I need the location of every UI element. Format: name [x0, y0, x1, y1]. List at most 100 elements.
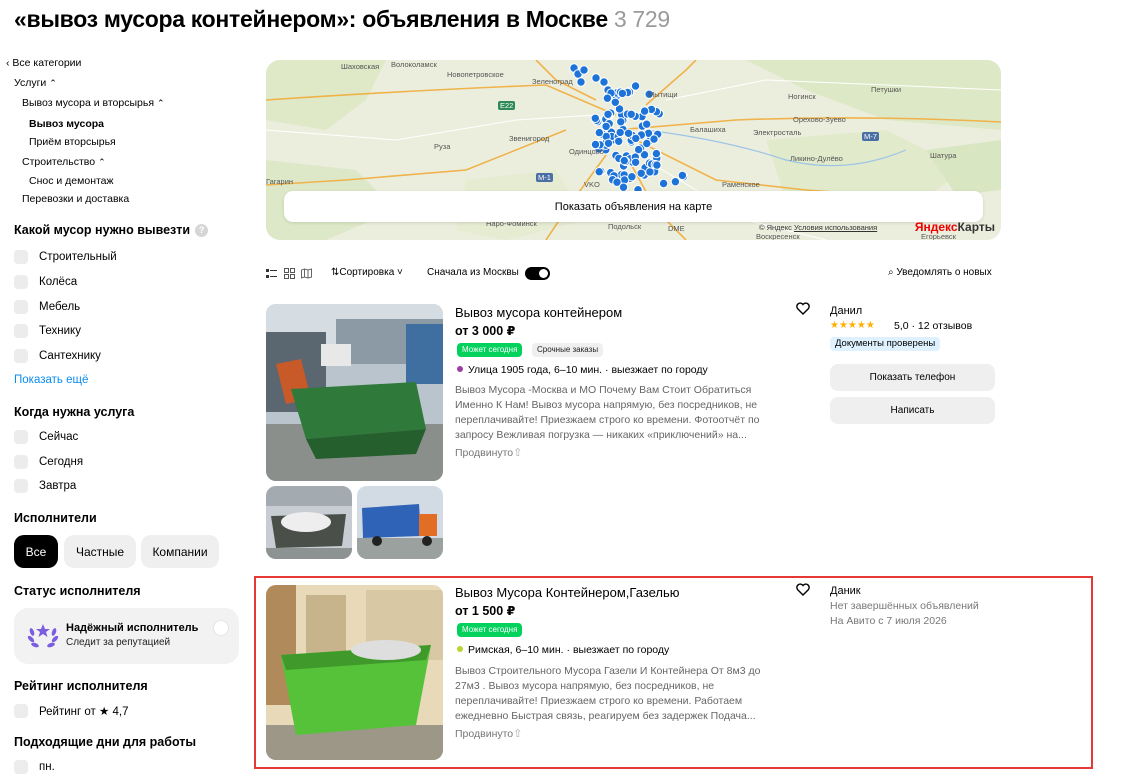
- reliable-performer-card[interactable]: Надёжный исполнитель Следит за репутацие…: [14, 608, 239, 664]
- category-construction[interactable]: Строительство ⌃: [22, 156, 106, 168]
- map-marker[interactable]: [616, 117, 626, 127]
- performers-companies-button[interactable]: Компании: [141, 535, 219, 568]
- map-marker[interactable]: [677, 170, 688, 181]
- map-marker[interactable]: [670, 177, 681, 187]
- checkbox[interactable]: [14, 349, 28, 363]
- map-marker[interactable]: [601, 121, 611, 132]
- list-view-icon[interactable]: [266, 268, 277, 279]
- map-marker[interactable]: [576, 77, 586, 87]
- map-marker[interactable]: [615, 127, 625, 138]
- map-marker[interactable]: [603, 138, 614, 149]
- map-marker[interactable]: [594, 127, 604, 138]
- checkbox[interactable]: [14, 300, 28, 314]
- all-categories-link[interactable]: ‹ Все категории: [6, 57, 81, 69]
- map-marker[interactable]: [639, 106, 650, 116]
- show-more-link[interactable]: Показать ещё: [14, 374, 88, 386]
- day-option-mon[interactable]: пн.: [14, 759, 55, 775]
- checkbox[interactable]: [14, 324, 28, 338]
- map-marker[interactable]: [591, 73, 601, 83]
- category-demolition[interactable]: Снос и демонтаж: [29, 175, 114, 187]
- when-option-tomorrow[interactable]: Завтра: [14, 478, 76, 494]
- chevron-up-icon: ⌃: [157, 98, 165, 108]
- heart-icon[interactable]: [796, 302, 810, 315]
- map-label: Мытищи: [648, 90, 678, 99]
- reliable-toggle[interactable]: [213, 620, 229, 636]
- map-marker[interactable]: [623, 128, 634, 139]
- checkbox[interactable]: [14, 275, 28, 289]
- map-marker[interactable]: [614, 136, 624, 147]
- map-marker[interactable]: [579, 65, 589, 75]
- category-recycling[interactable]: Приём вторсырья: [29, 136, 116, 148]
- selection-highlight: [254, 576, 1093, 769]
- map-marker[interactable]: [652, 160, 662, 170]
- grid-view-icon[interactable]: [284, 268, 295, 279]
- category-waste-removal[interactable]: Вывоз мусора и вторсырья ⌃: [22, 97, 165, 109]
- checkbox[interactable]: [14, 479, 28, 493]
- map-marker[interactable]: [630, 157, 641, 168]
- map-marker[interactable]: [658, 178, 669, 189]
- map-marker[interactable]: [626, 109, 636, 119]
- map-marker[interactable]: [631, 133, 641, 144]
- waste-option-plumbing[interactable]: Сантехнику: [14, 348, 101, 364]
- map-label: Орехово-Зуево: [793, 115, 846, 124]
- map-marker[interactable]: [610, 97, 620, 107]
- checkbox[interactable]: [14, 455, 28, 469]
- map-marker[interactable]: [599, 77, 609, 87]
- listing-thumb-photo[interactable]: [266, 486, 352, 559]
- map-marker[interactable]: [642, 119, 652, 129]
- checkbox-label: Колёса: [39, 276, 78, 288]
- notify-button[interactable]: ⌕ Уведомлять о новых: [888, 267, 992, 278]
- map-marker[interactable]: [617, 88, 628, 99]
- results-count: 3 729: [613, 6, 670, 32]
- listing-location: Улица 1905 года, 6–10 мин. · выезжает по…: [457, 364, 708, 376]
- map-marker[interactable]: [649, 134, 659, 144]
- show-phone-button[interactable]: Показать телефон: [830, 364, 995, 391]
- map-marker[interactable]: [636, 168, 646, 179]
- map-marker[interactable]: [645, 167, 655, 177]
- waste-option-wheels[interactable]: Колёса: [14, 274, 77, 290]
- page-title: «вывоз мусора контейнером»: объявления в…: [14, 6, 670, 33]
- show-on-map-button[interactable]: Показать объявления на карте: [284, 191, 983, 222]
- category-services[interactable]: Услуги ⌃: [14, 77, 57, 89]
- when-option-now[interactable]: Сейчас: [14, 429, 78, 445]
- listing-title[interactable]: Вывоз мусора контейнером: [455, 305, 622, 320]
- map-label: Волоколамск: [391, 60, 437, 69]
- category-transport[interactable]: Перевозки и доставка: [22, 193, 129, 205]
- checkbox-label: Завтра: [39, 480, 77, 492]
- map-label: Петушки: [871, 85, 902, 94]
- map-view-icon[interactable]: [301, 268, 312, 279]
- map-marker[interactable]: [602, 93, 613, 103]
- map-marker[interactable]: [630, 81, 641, 91]
- map[interactable]: Шаховская Волоколамск Новопетровское Зел…: [266, 60, 1001, 240]
- category-garbage-removal[interactable]: Вывоз мусора: [29, 118, 104, 130]
- checkbox[interactable]: [14, 760, 28, 774]
- listing-thumb-photo[interactable]: [357, 486, 443, 559]
- map-terms-link[interactable]: Условия использования: [794, 223, 877, 232]
- moscow-first-toggle[interactable]: [525, 267, 550, 280]
- map-marker[interactable]: [590, 113, 600, 123]
- map-marker[interactable]: [594, 167, 604, 177]
- help-icon[interactable]: ?: [195, 224, 209, 237]
- performers-private-button[interactable]: Частные: [64, 535, 136, 568]
- map-marker[interactable]: [603, 109, 613, 119]
- description-line: запросу Вежливая погрузка — никаких «при…: [455, 429, 747, 441]
- write-button[interactable]: Написать: [830, 397, 995, 424]
- checkbox[interactable]: [14, 430, 28, 444]
- sort-dropdown[interactable]: ⇅Сортировка ˅: [331, 267, 403, 278]
- map-marker[interactable]: [651, 148, 662, 159]
- map-label: Балашиха: [690, 125, 726, 134]
- rating-option[interactable]: Рейтинг от ★ 4,7: [14, 703, 129, 719]
- rating-value[interactable]: 5,0 · 12 отзывов: [894, 320, 972, 332]
- listing-main-photo[interactable]: [266, 304, 443, 481]
- seller-name[interactable]: Данил: [830, 305, 862, 317]
- waste-option-construction[interactable]: Строительный: [14, 249, 117, 265]
- checkbox[interactable]: [14, 704, 28, 718]
- map-marker[interactable]: [627, 172, 637, 182]
- waste-option-furniture[interactable]: Мебель: [14, 299, 80, 315]
- when-option-today[interactable]: Сегодня: [14, 454, 83, 470]
- performers-all-button[interactable]: Все: [14, 535, 58, 568]
- checkbox[interactable]: [14, 250, 28, 264]
- chevron-up-icon: ⌃: [49, 78, 57, 88]
- map-marker[interactable]: [619, 155, 629, 166]
- waste-option-appliances[interactable]: Технику: [14, 323, 81, 339]
